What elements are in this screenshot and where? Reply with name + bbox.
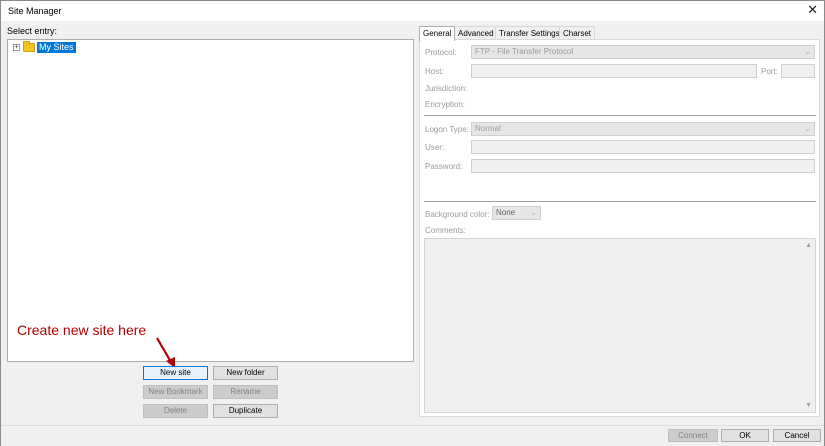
- password-field[interactable]: [471, 159, 815, 173]
- comments-textarea[interactable]: ▲ ▼: [424, 238, 816, 413]
- new-site-button[interactable]: New site: [143, 366, 208, 380]
- tree-expand-icon[interactable]: +: [13, 44, 20, 51]
- encryption-label: Encryption:: [425, 100, 466, 109]
- logon-type-select[interactable]: Normal ⌄: [471, 122, 815, 136]
- user-field[interactable]: [471, 140, 815, 154]
- dialog-footer: Connect OK Cancel: [1, 425, 824, 446]
- tab-charset[interactable]: Charset: [559, 26, 596, 40]
- chevron-down-icon: ⌄: [804, 47, 811, 56]
- general-panel: Protocol: FTP - File Transfer Protocol ⌄…: [419, 39, 820, 417]
- folder-icon: [23, 41, 35, 52]
- window-title: Site Manager: [8, 6, 62, 16]
- separator: [424, 201, 816, 202]
- password-label: Password:: [425, 162, 463, 171]
- cancel-button[interactable]: Cancel: [773, 429, 821, 442]
- background-color-select[interactable]: None ⌄: [492, 206, 541, 220]
- close-icon[interactable]: ✕: [807, 3, 818, 17]
- rename-button[interactable]: Rename: [213, 385, 278, 399]
- user-label: User:: [425, 143, 445, 152]
- protocol-value: FTP - File Transfer Protocol: [475, 47, 574, 56]
- logon-type-value: Normal: [475, 124, 501, 133]
- host-field[interactable]: [471, 64, 757, 78]
- duplicate-button[interactable]: Duplicate: [213, 404, 278, 418]
- new-folder-button[interactable]: New folder: [213, 366, 278, 380]
- scroll-down-icon[interactable]: ▼: [805, 402, 812, 409]
- tab-general[interactable]: General: [419, 26, 456, 41]
- select-entry-label: Select entry:: [7, 26, 58, 36]
- tab-advanced[interactable]: Advanced: [454, 26, 498, 40]
- chevron-down-icon: ⌄: [530, 208, 537, 217]
- protocol-select[interactable]: FTP - File Transfer Protocol ⌄: [471, 45, 815, 59]
- tree-item-my-sites[interactable]: My Sites: [37, 42, 76, 53]
- ok-button[interactable]: OK: [721, 429, 769, 442]
- port-field[interactable]: [781, 64, 815, 78]
- chevron-down-icon: ⌄: [804, 124, 811, 133]
- new-bookmark-button[interactable]: New Bookmark: [143, 385, 208, 399]
- host-label: Host:: [425, 67, 444, 76]
- jurisdiction-label: Jurisdiction:: [425, 84, 468, 93]
- background-color-label: Background color:: [425, 210, 490, 219]
- connect-button[interactable]: Connect: [668, 429, 718, 442]
- logon-type-label: Logon Type:: [425, 125, 469, 134]
- title-bar: Site Manager ✕: [1, 1, 824, 21]
- comments-label: Comments:: [425, 226, 466, 235]
- scroll-up-icon[interactable]: ▲: [805, 242, 812, 249]
- separator: [424, 115, 816, 116]
- port-label: Port:: [761, 67, 778, 76]
- site-tree[interactable]: + My Sites: [7, 39, 414, 362]
- background-color-value: None: [496, 208, 516, 217]
- annotation-text: Create new site here: [17, 322, 147, 338]
- tab-transfer-settings[interactable]: Transfer Settings: [495, 26, 564, 40]
- site-manager-window: Site Manager ✕ Select entry: + My Sites …: [0, 0, 825, 446]
- protocol-label: Protocol:: [425, 48, 457, 57]
- delete-button[interactable]: Delete: [143, 404, 208, 418]
